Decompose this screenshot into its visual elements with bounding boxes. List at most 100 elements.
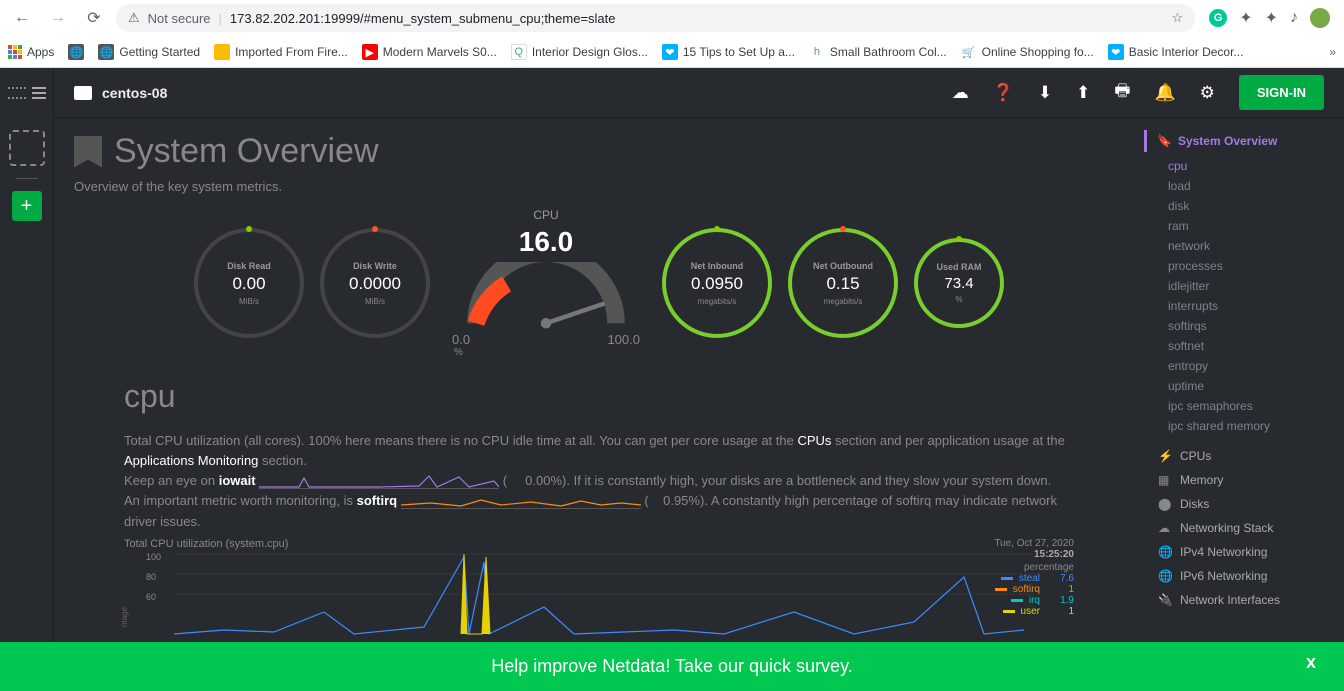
main-content: System Overview Overview of the key syst…: [54, 118, 1144, 691]
extension-icon[interactable]: ✦: [1239, 8, 1252, 28]
nav-sub-network[interactable]: network: [1168, 236, 1336, 256]
gauge-net-inbound[interactable]: Net Inbound 0.0950 megabits/s: [662, 228, 772, 338]
cpu-description: Total CPU utilization (all cores). 100% …: [124, 431, 1074, 471]
extensions-puzzle-icon[interactable]: ✦: [1265, 8, 1278, 28]
left-rail: +: [0, 68, 54, 691]
divider: [16, 178, 38, 179]
nav-sub-disk[interactable]: disk: [1168, 196, 1336, 216]
bookmark-item[interactable]: 🛒Online Shopping fo...: [961, 44, 1094, 60]
nav-cat-network-interfaces[interactable]: 🔌Network Interfaces: [1152, 588, 1336, 612]
banner-text[interactable]: Help improve Netdata! Take our quick sur…: [491, 656, 853, 676]
bookmark-item[interactable]: ❤Basic Interior Decor...: [1108, 44, 1244, 60]
add-button[interactable]: +: [12, 191, 42, 221]
nav-sub-processes[interactable]: processes: [1168, 256, 1336, 276]
category-icon: ⚡: [1158, 449, 1172, 463]
nav-sub-uptime[interactable]: uptime: [1168, 376, 1336, 396]
gauge-cpu[interactable]: CPU 16.0 0.0100.0 %: [446, 208, 646, 358]
nav-sub-softnet[interactable]: softnet: [1168, 336, 1336, 356]
nav-cat-memory[interactable]: ▦Memory: [1152, 468, 1336, 492]
nav-cat-disks[interactable]: ⬤Disks: [1152, 492, 1336, 516]
y-axis-label: ntage: [120, 607, 129, 627]
nav-cat-cpus[interactable]: ⚡CPUs: [1152, 444, 1336, 468]
bookmark-item[interactable]: ▶Modern Marvels S0...: [362, 44, 497, 60]
help-icon[interactable]: ❓: [993, 83, 1014, 103]
apps-shortcut[interactable]: Apps: [8, 45, 54, 59]
nav-system-overview[interactable]: 🔖System Overview: [1144, 130, 1336, 152]
topbar: centos-08 ☁ ❓ ⬇ ⬆ 🖶 🔔 ⚙ SIGN-IN: [54, 68, 1344, 118]
nav-sub-load[interactable]: load: [1168, 176, 1336, 196]
nav-sub-ipc-semaphores[interactable]: ipc semaphores: [1168, 396, 1336, 416]
category-icon: 🌐: [1158, 545, 1172, 559]
gauge-disk-write[interactable]: Disk Write 0.0000 MiB/s: [320, 228, 430, 338]
gauge-row: Disk Read 0.00 MiB/s Disk Write 0.0000 M…: [74, 208, 1124, 358]
gauge-tick: [840, 226, 846, 232]
sign-in-button[interactable]: SIGN-IN: [1239, 75, 1324, 110]
host-icon: [74, 86, 92, 100]
category-icon: 🔌: [1158, 593, 1172, 607]
iowait-sparkline: [259, 475, 499, 489]
bookmark-icon[interactable]: [74, 136, 102, 168]
forward-button[interactable]: →: [44, 4, 72, 32]
survey-banner: Help improve Netdata! Take our quick sur…: [0, 642, 1344, 691]
selection-box-icon[interactable]: [9, 130, 45, 166]
nav-sub-interrupts[interactable]: interrupts: [1168, 296, 1336, 316]
address-bar[interactable]: ⚠ Not secure | 173.82.202.201:19999/#men…: [116, 4, 1195, 32]
chart-legend: Tue, Oct 27, 2020 15:25:20 percentage st…: [994, 538, 1074, 617]
gauge-tick: [372, 226, 378, 232]
hostname[interactable]: centos-08: [74, 85, 167, 101]
page-subtitle: Overview of the key system metrics.: [74, 179, 1124, 194]
nav-sub-softirqs[interactable]: softirqs: [1168, 316, 1336, 336]
not-secure-label: Not secure: [148, 11, 211, 26]
extension-grammarly-icon[interactable]: G: [1209, 9, 1227, 27]
bookmark-item[interactable]: hSmall Bathroom Col...: [809, 44, 947, 60]
nav-sub-ram[interactable]: ram: [1168, 216, 1336, 236]
bookmarks-overflow[interactable]: »: [1329, 45, 1336, 59]
bookmark-item[interactable]: ❤15 Tips to Set Up a...: [662, 44, 795, 60]
star-icon[interactable]: ☆: [1172, 10, 1184, 26]
nav-cat-ipv6-networking[interactable]: 🌐IPv6 Networking: [1152, 564, 1336, 588]
gauge-tick: [956, 236, 962, 242]
bookmark-item[interactable]: 🌐: [68, 44, 84, 60]
bookmark-item[interactable]: Imported From Fire...: [214, 44, 348, 60]
category-icon: ⬤: [1158, 497, 1172, 511]
bookmarks-bar: Apps 🌐 🌐Getting Started Imported From Fi…: [0, 36, 1344, 68]
profile-avatar[interactable]: [1310, 8, 1330, 28]
softirq-sparkline: [401, 495, 641, 509]
bookmark-item[interactable]: QInterior Design Glos...: [511, 44, 648, 60]
softirq-note: An important metric worth monitoring, is…: [124, 491, 1074, 531]
nav-sub-ipc-shared-memory[interactable]: ipc shared memory: [1168, 416, 1336, 436]
menu-toggle-icon[interactable]: [32, 87, 46, 99]
nav-sub-cpu[interactable]: cpu: [1168, 156, 1336, 176]
bookmark-item[interactable]: 🌐Getting Started: [98, 44, 200, 60]
download-icon[interactable]: ⬇: [1038, 83, 1052, 103]
banner-close-button[interactable]: x: [1306, 652, 1316, 673]
cpu-chart[interactable]: 100 80 60 ntage Tue, Oct 27, 2020: [124, 552, 1074, 637]
side-nav: 🔖System Overview cpuloaddiskramnetworkpr…: [1144, 118, 1344, 691]
iowait-note: Keep an eye on iowait ( 0.00%). If it is…: [124, 471, 1074, 491]
warning-icon: ⚠: [128, 10, 140, 26]
gauge-disk-read[interactable]: Disk Read 0.00 MiB/s: [194, 228, 304, 338]
nav-cat-networking-stack[interactable]: ☁Networking Stack: [1152, 516, 1336, 540]
page-url: 173.82.202.201:19999/#menu_system_submen…: [230, 11, 616, 26]
cloud-icon[interactable]: ☁: [952, 83, 969, 103]
cpus-link[interactable]: CPUs: [797, 433, 831, 448]
chart-title: Total CPU utilization (system.cpu): [124, 538, 1074, 550]
gauge-tick: [714, 226, 720, 232]
cpu-heading: cpu: [124, 378, 1074, 415]
apps-link[interactable]: Applications Monitoring: [124, 453, 258, 468]
back-button[interactable]: ←: [8, 4, 36, 32]
music-icon[interactable]: ♪: [1290, 9, 1298, 27]
reload-button[interactable]: ⟳: [80, 4, 108, 32]
browser-chrome: ← → ⟳ ⚠ Not secure | 173.82.202.201:1999…: [0, 0, 1344, 68]
nav-cat-ipv4-networking[interactable]: 🌐IPv4 Networking: [1152, 540, 1336, 564]
gear-icon[interactable]: ⚙: [1200, 83, 1215, 103]
category-icon: ▦: [1158, 473, 1172, 487]
page-title: System Overview: [114, 132, 379, 171]
gauge-net-outbound[interactable]: Net Outbound 0.15 megabits/s: [788, 228, 898, 338]
gauge-used-ram[interactable]: Used RAM 73.4 %: [914, 238, 1004, 328]
print-icon[interactable]: 🖶: [1114, 78, 1130, 107]
upload-icon[interactable]: ⬆: [1076, 83, 1090, 103]
nav-sub-entropy[interactable]: entropy: [1168, 356, 1336, 376]
nav-sub-idlejitter[interactable]: idlejitter: [1168, 276, 1336, 296]
bell-icon[interactable]: 🔔: [1154, 83, 1175, 103]
